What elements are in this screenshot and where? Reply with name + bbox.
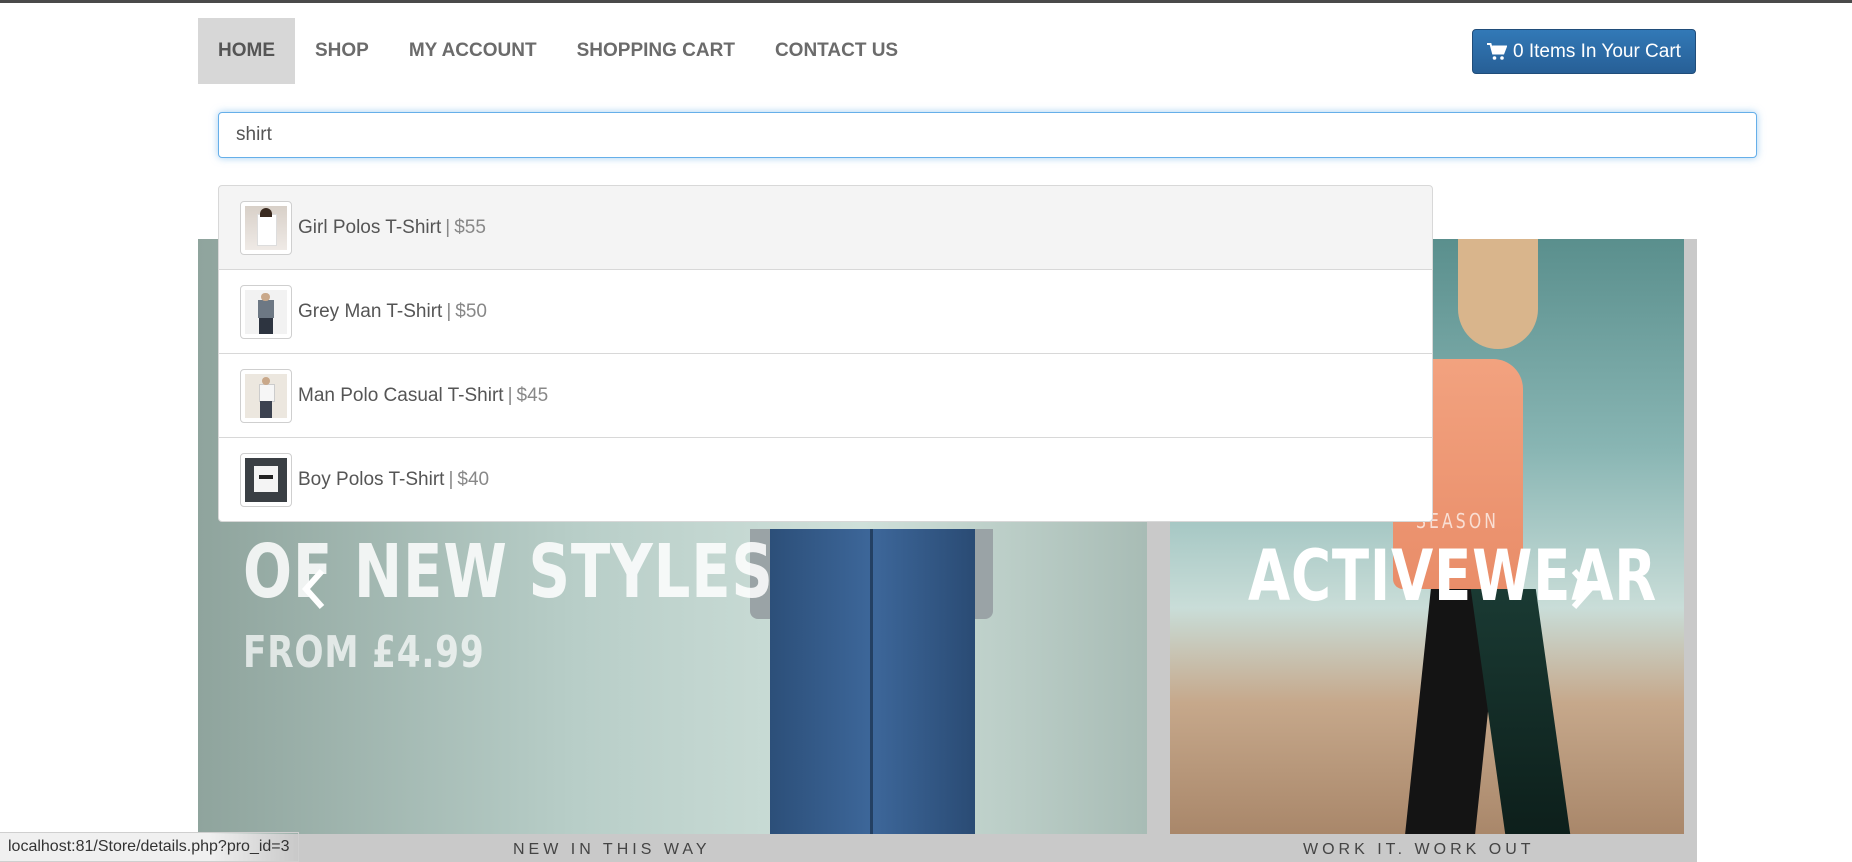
nav-shopping-cart[interactable]: SHOPPING CART xyxy=(557,18,755,84)
suggestion-price: $50 xyxy=(455,300,487,322)
banner-left-price: FROM £4.99 xyxy=(243,627,485,678)
model-denim-skirt xyxy=(770,529,975,834)
suggestion-name: Man Polo Casual T-Shirt xyxy=(298,384,504,406)
suggestion-separator: | xyxy=(445,216,451,238)
carousel-next-button[interactable] xyxy=(1563,559,1603,619)
suggestion-price: $40 xyxy=(457,468,490,490)
model-head xyxy=(1458,239,1538,349)
chevron-left-icon xyxy=(301,569,325,609)
nav-my-account[interactable]: MY ACCOUNT xyxy=(389,18,557,84)
carousel-prev-button[interactable] xyxy=(293,559,333,619)
product-thumbnail xyxy=(240,368,292,423)
search-suggestions: Girl Polos T-Shirt | $55 Grey Man T-Shir… xyxy=(218,185,1433,522)
suggestion-item[interactable]: Man Polo Casual T-Shirt | $45 xyxy=(218,353,1433,438)
suggestion-item[interactable]: Girl Polos T-Shirt | $55 xyxy=(218,185,1433,270)
suggestion-item[interactable]: Grey Man T-Shirt | $50 xyxy=(218,269,1433,354)
main-nav: HOME SHOP MY ACCOUNT SHOPPING CART CONTA… xyxy=(198,18,918,84)
suggestion-name: Girl Polos T-Shirt xyxy=(298,216,442,238)
suggestion-item[interactable]: Boy Polos T-Shirt | $40 xyxy=(218,437,1433,522)
shopping-cart-icon xyxy=(1487,42,1508,60)
nav-home[interactable]: HOME xyxy=(198,18,295,84)
product-thumbnail xyxy=(240,284,292,339)
search-input[interactable] xyxy=(218,112,1757,158)
browser-status-bar: localhost:81/Store/details.php?pro_id=3 xyxy=(0,832,299,862)
banner-right-caption: WORK IT. WORK OUT xyxy=(1303,841,1535,858)
suggestion-separator: | xyxy=(446,300,452,322)
nav-contact-us[interactable]: CONTACT US xyxy=(755,18,918,84)
product-thumbnail xyxy=(240,452,292,507)
suggestion-separator: | xyxy=(448,468,454,490)
top-border xyxy=(0,0,1852,3)
status-url: localhost:81/Store/details.php?pro_id=3 xyxy=(8,838,290,855)
suggestion-name: Boy Polos T-Shirt xyxy=(298,468,445,490)
cart-button-label: 0 Items In Your Cart xyxy=(1513,40,1681,62)
cart-button[interactable]: 0 Items In Your Cart xyxy=(1472,29,1696,74)
chevron-right-icon xyxy=(1571,569,1595,609)
banner-left-caption: NEW IN THIS WAY xyxy=(513,841,711,858)
nav-shop[interactable]: SHOP xyxy=(295,18,389,84)
suggestion-price: $55 xyxy=(454,216,486,238)
suggestion-price: $45 xyxy=(516,384,549,406)
suggestion-separator: | xyxy=(507,384,513,406)
product-thumbnail xyxy=(240,200,292,255)
suggestion-name: Grey Man T-Shirt xyxy=(298,300,443,322)
